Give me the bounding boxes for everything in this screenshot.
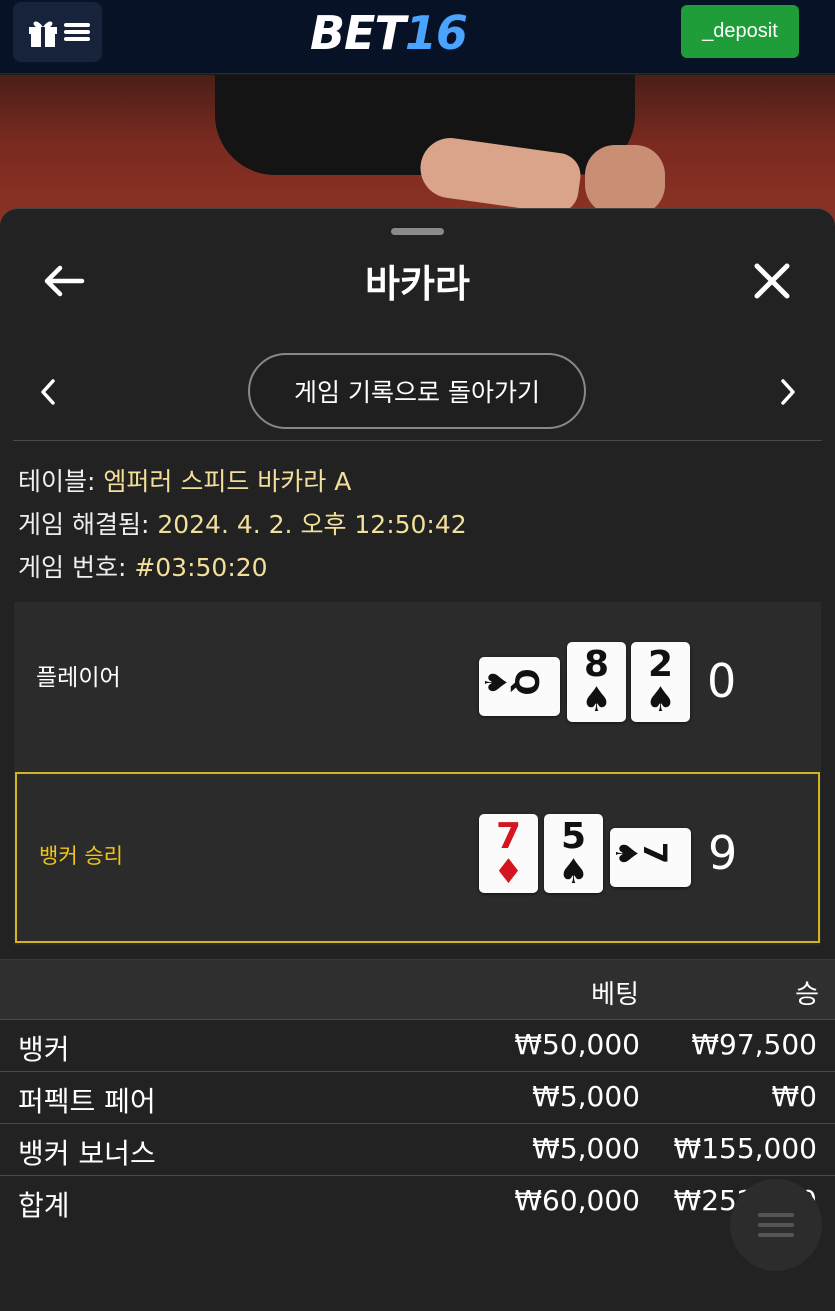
- total-bet: ₩60,000: [514, 1184, 640, 1217]
- win-amount: ₩155,000: [673, 1132, 817, 1165]
- playing-card: 8 ♠: [567, 642, 626, 722]
- win-amount: ₩97,500: [691, 1028, 817, 1061]
- table-header: 베팅 승: [0, 959, 835, 1019]
- playing-card: 7 ♦: [479, 814, 538, 893]
- total-label: 합계: [18, 1189, 70, 1222]
- menu-icon: [63, 23, 90, 41]
- chevron-right-icon[interactable]: [776, 377, 800, 407]
- brand-text: BET: [310, 6, 406, 60]
- bet-amount: ₩5,000: [532, 1080, 640, 1113]
- close-icon[interactable]: [752, 261, 792, 301]
- card-rank: 5: [560, 816, 587, 857]
- menu-icon: [758, 1213, 794, 1237]
- card-suit: ♠: [558, 852, 589, 892]
- dealer-hand: [585, 145, 665, 215]
- bet-amount: ₩50,000: [514, 1028, 640, 1061]
- total-row: 합계 ₩60,000 ₩252,500: [0, 1175, 835, 1227]
- results-panel: 플레이어 ♠ Q 8 ♠ 2 ♠ 0 뱅커 승리 7 ♦ 5 ♠ ♠ 7 9: [14, 602, 821, 945]
- divider: [13, 440, 822, 441]
- playing-card: ♠ Q: [477, 657, 560, 716]
- table-row: 퍼펙트 페어 ₩5,000 ₩0: [0, 1071, 835, 1123]
- floating-menu-button[interactable]: [730, 1179, 822, 1271]
- bet-column-header: 베팅: [591, 980, 639, 1010]
- card-rank: 7: [495, 816, 522, 857]
- table-label: 테이블:: [18, 467, 104, 496]
- table-row: 뱅커 보너스 ₩5,000 ₩155,000: [0, 1123, 835, 1175]
- game-number-info: 게임 번호: #03:50:20: [18, 548, 268, 584]
- table-value: 엠퍼러 스피드 바카라 A: [103, 467, 352, 496]
- banker-result-row: 뱅커 승리 7 ♦ 5 ♠ ♠ 7 9: [15, 772, 820, 943]
- gift-menu-button[interactable]: [13, 2, 102, 62]
- gift-icon: [28, 21, 57, 47]
- deposit-button[interactable]: _deposit: [681, 5, 799, 58]
- card-rank: 7: [636, 841, 675, 865]
- game-number-value: #03:50:20: [134, 553, 268, 582]
- playing-card: 2 ♠: [631, 642, 690, 722]
- banker-win-label: 뱅커 승리: [39, 844, 123, 868]
- player-result-row: 플레이어 ♠ Q 8 ♠ 2 ♠ 0: [14, 602, 821, 770]
- player-label: 플레이어: [36, 665, 121, 691]
- bet-name: 퍼펙트 페어: [18, 1085, 156, 1118]
- sheet-title: 바카라: [365, 262, 470, 306]
- bet-name: 뱅커 보너스: [18, 1137, 156, 1170]
- back-to-history-button[interactable]: 게임 기록으로 돌아가기: [248, 353, 586, 429]
- card-rank: 2: [647, 644, 674, 685]
- resolved-value: 2024. 4. 2. 오후 12:50:42: [157, 510, 467, 539]
- playing-card: 5 ♠: [544, 814, 603, 893]
- chevron-left-icon[interactable]: [36, 377, 60, 407]
- resolved-info: 게임 해결됨: 2024. 4. 2. 오후 12:50:42: [18, 505, 467, 541]
- banker-score: 9: [708, 826, 738, 880]
- bet-amount: ₩5,000: [532, 1132, 640, 1165]
- card-suit: ♠: [645, 680, 676, 720]
- win-amount: ₩0: [771, 1080, 818, 1113]
- table-info: 테이블: 엠퍼러 스피드 바카라 A: [18, 462, 351, 498]
- win-column-header: 승: [795, 980, 819, 1010]
- card-rank: Q: [507, 668, 546, 696]
- game-number-label: 게임 번호:: [18, 553, 135, 582]
- playing-card: ♠ 7: [608, 828, 691, 887]
- game-detail-sheet: 바카라 게임 기록으로 돌아가기 테이블: 엠퍼러 스피드 바카라 A 게임 해…: [0, 208, 835, 1311]
- player-score: 0: [707, 654, 737, 708]
- table-row: 뱅커 ₩50,000 ₩97,500: [0, 1019, 835, 1071]
- card-rank: 8: [583, 644, 610, 685]
- card-suit: ♠: [581, 680, 612, 720]
- card-suit: ♦: [493, 852, 524, 892]
- bet-name: 뱅커: [18, 1033, 70, 1066]
- sheet-drag-handle[interactable]: [391, 228, 444, 235]
- resolved-label: 게임 해결됨:: [18, 510, 158, 539]
- brand-logo[interactable]: BET16: [310, 6, 468, 60]
- live-video-background: [0, 75, 835, 225]
- brand-number: 16: [404, 6, 468, 60]
- top-bar: BET16 _deposit: [0, 0, 835, 74]
